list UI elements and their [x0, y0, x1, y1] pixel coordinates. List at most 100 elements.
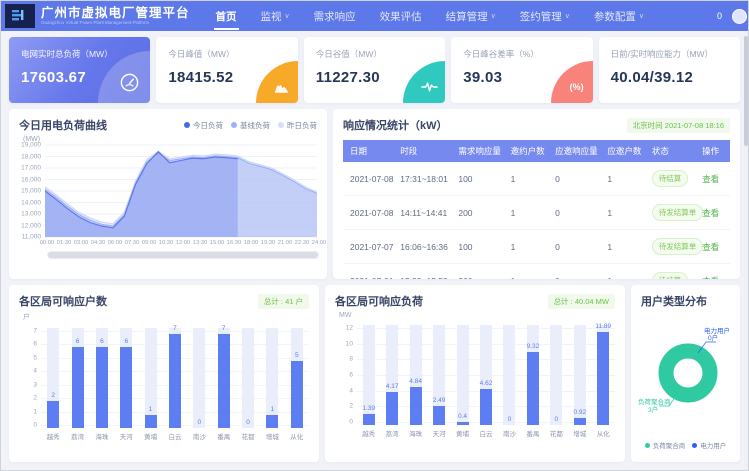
bar [574, 418, 586, 425]
nav-item-4[interactable]: 结算管理∨ [434, 1, 508, 31]
y-tick-label: 2 [33, 395, 37, 402]
svg-text:3户: 3户 [648, 405, 658, 414]
bar [145, 415, 157, 428]
category-label: 白云 [474, 428, 497, 438]
view-link[interactable]: 查看 [702, 174, 719, 184]
legend-item[interactable]: 今日负荷 [184, 120, 223, 131]
table-cell: 0 [548, 196, 600, 230]
x-tick-label: 22:30 [295, 240, 310, 246]
table-cell: 100 [451, 162, 503, 196]
app-title: 广州市虚拟电厂管理平台 [41, 7, 190, 20]
y-tick-label: 1 [33, 408, 37, 415]
y-axis-labels: 121086420 [335, 325, 357, 438]
view-link[interactable]: 查看 [702, 242, 719, 252]
bar [433, 406, 445, 426]
app-title-block: 广州市虚拟电厂管理平台 Guangzhou Virtual Power Plan… [41, 7, 190, 26]
kpi-label: 今日峰谷差率（%） [463, 48, 580, 60]
legend-dot-icon [278, 122, 284, 128]
kpi-card-4: 日前/实时响应能力（MW）40.04/39.12 [599, 37, 740, 103]
category-label: 天河 [427, 428, 450, 438]
load-area-chart [45, 144, 317, 238]
bar-column: 1.39 [357, 325, 380, 425]
bar [169, 334, 181, 428]
scrollbar-track[interactable] [744, 32, 748, 470]
pulse-icon [403, 61, 445, 103]
category-label: 天河 [114, 431, 138, 441]
y-axis-labels: 19,00018,00017,00016,00015,00014,00013,0… [19, 144, 45, 238]
table-cell: 1 [600, 162, 645, 196]
table-cell: 1 [600, 264, 645, 280]
y-tick-label: 19,000 [21, 142, 41, 149]
category-label: 荔湾 [65, 431, 89, 441]
bar [363, 414, 375, 425]
status-badge: 待结算 [652, 170, 689, 187]
households-chart-title: 各区局可响应户数 [19, 293, 107, 309]
kpi-label: 今日峰值（MW） [168, 48, 285, 60]
response-table-title: 响应情况统计（kW） [343, 117, 448, 133]
bar [597, 332, 609, 425]
x-tick-label: 15:00 [210, 240, 225, 246]
table-header-cell: 时段 [393, 140, 451, 162]
legend-item[interactable]: 昨日负荷 [278, 120, 317, 131]
bar [386, 392, 398, 425]
category-label: 越秀 [357, 428, 380, 438]
x-axis-labels: 00:0001:3003:0004:3006:0007:3009:0010:30… [47, 238, 319, 247]
svg-text:电力用户: 电力用户 [704, 326, 730, 335]
nav-item-label: 效果评估 [380, 9, 422, 24]
bar [457, 422, 469, 425]
nav-item-label: 首页 [216, 9, 237, 24]
table-cell: 2021-07-01 [343, 264, 393, 280]
response-table: 日期时段需求响应量邀约户数应邀响应量应邀户数状态操作 2021-07-0817:… [343, 140, 730, 279]
table-header-cell: 应邀户数 [600, 140, 645, 162]
bar-track [242, 328, 254, 428]
table-cell: 0 [548, 230, 600, 264]
legend-label: 今日负荷 [193, 120, 223, 131]
legend-label: 电力用户 [700, 440, 726, 450]
x-tick-label: 12:00 [176, 240, 191, 246]
category-label: 南沙 [187, 431, 211, 441]
bar-value-label: 1 [271, 406, 275, 413]
user-type-donut-chart: 电力用户0户负荷聚合商3户 [636, 309, 736, 436]
legend-item[interactable]: 基线负荷 [231, 120, 270, 131]
category-label: 从化 [285, 431, 309, 441]
bar-value-label: 0 [508, 416, 512, 423]
dashboard-content: 电网实时总负荷（MW）17603.67今日峰值（MW）18415.52今日谷值（… [1, 31, 748, 468]
datazoom-slider[interactable] [47, 251, 319, 259]
table-cell: 1 [600, 230, 645, 264]
category-label: 海珠 [404, 428, 427, 438]
bar [480, 389, 492, 425]
bar-value-label: 0.4 [458, 413, 467, 420]
y-tick-label: 11,000 [22, 234, 41, 241]
status-badge: 待发结算单 [652, 204, 704, 221]
nav-item-2[interactable]: 需求响应 [302, 1, 368, 31]
bar-track [503, 325, 515, 425]
x-tick-label: 21:00 [278, 240, 293, 246]
y-tick-label: 15,000 [21, 188, 41, 195]
nav-item-3[interactable]: 效果评估 [368, 1, 434, 31]
x-tick-label: 19:30 [261, 240, 276, 246]
table-cell: 16:06~16:36 [393, 230, 451, 264]
scrollbar-thumb[interactable] [744, 36, 748, 146]
nav-item-5[interactable]: 签约管理∨ [508, 1, 582, 31]
view-link[interactable]: 查看 [702, 208, 719, 218]
notification-count[interactable]: 0 [717, 11, 722, 21]
main-nav: 首页监视∨需求响应效果评估结算管理∨签约管理∨参数配置∨ [204, 1, 657, 31]
y-tick-label: 7 [33, 328, 37, 335]
view-link[interactable]: 查看 [702, 276, 719, 280]
y-tick-label: 14,000 [21, 199, 41, 206]
y-tick-label: 3 [33, 381, 37, 388]
svg-text:负荷聚合商: 负荷聚合商 [638, 397, 671, 406]
x-axis-labels: 越秀荔湾海珠天河黄埔白云南沙番禺花都增城从化 [357, 428, 615, 438]
load-capacity-unit: MW [339, 312, 615, 319]
nav-item-1[interactable]: 监视∨ [249, 1, 302, 31]
y-tick-label: 12 [346, 325, 353, 332]
nav-item-0[interactable]: 首页 [204, 1, 249, 31]
user-avatar[interactable] [732, 9, 747, 24]
category-label: 增城 [568, 428, 591, 438]
table-cell: 1 [504, 264, 549, 280]
legend-item[interactable]: 电力用户 [692, 440, 726, 450]
nav-item-6[interactable]: 参数配置∨ [582, 1, 656, 31]
beijing-time-badge: 北京时间 2021-07-08 18:16 [627, 118, 730, 133]
bar-column: 2 [41, 328, 65, 428]
legend-item[interactable]: 负荷聚合商 [645, 440, 686, 450]
